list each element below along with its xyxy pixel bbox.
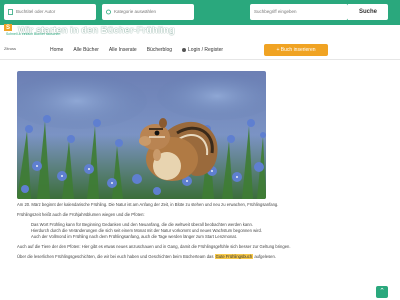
add-book-button[interactable]: + Buch inserieren bbox=[264, 44, 328, 56]
category-field-text: Kategorie auswählen bbox=[114, 9, 157, 14]
title-author-field[interactable]: Buchtitel oder Autor bbox=[4, 4, 96, 20]
category-field[interactable]: Kategorie auswählen bbox=[102, 4, 194, 20]
book-icon bbox=[8, 9, 13, 15]
article-body: Am 20. März beginnt der kalendarische Fr… bbox=[17, 202, 389, 264]
article-paragraph: Frühlingszeit heißt auch die Frühjahrsbl… bbox=[17, 212, 145, 217]
article-paragraph: Auch auf die Tiere der den Pfoten: Hier … bbox=[17, 244, 291, 249]
user-icon bbox=[182, 47, 187, 52]
chipmunk bbox=[139, 118, 218, 181]
page-title: Wir starten in den Bücher-Frühling bbox=[18, 25, 175, 36]
article-paragraph: Am 20. März beginnt der kalendarische Fr… bbox=[17, 202, 279, 207]
main-navigation: Home Alle Bücher Alle Inserate Bücherblo… bbox=[50, 47, 223, 57]
page-subtitle: Zitruss bbox=[4, 46, 16, 51]
article-paragraph-with-link: Über die leserlichen Frühlingsgeschichte… bbox=[17, 254, 389, 260]
spring-book-link[interactable]: Gute Frühlingsbuch bbox=[214, 254, 254, 259]
login-label: Login / Register bbox=[188, 47, 224, 53]
top-search-bar: Buchtitel oder Autor Kategorie auswählen… bbox=[0, 0, 400, 25]
scroll-to-top-button[interactable]: ⌃ bbox=[376, 286, 388, 298]
paragraph-text-after: aufgelesen. bbox=[253, 254, 276, 259]
search-input[interactable]: Suchbegriff eingeben bbox=[250, 4, 348, 20]
nav-item-book-blog[interactable]: Bücherblog bbox=[147, 47, 172, 57]
title-author-field-text: Buchtitel oder Autor bbox=[16, 9, 56, 14]
tag-icon bbox=[106, 9, 111, 15]
hero-image bbox=[17, 71, 266, 199]
nav-item-all-books[interactable]: Alle Bücher bbox=[73, 47, 99, 57]
list-item: Auch der Vollmond im Frühling nach dem F… bbox=[27, 234, 389, 240]
search-button[interactable]: Suche bbox=[348, 4, 388, 20]
nav-item-login[interactable]: Login / Register bbox=[182, 47, 223, 57]
nav-item-all-listings[interactable]: Alle Inserate bbox=[109, 47, 137, 57]
chipmunk-flowers-image bbox=[17, 71, 266, 199]
nav-item-home[interactable]: Home bbox=[50, 47, 63, 57]
search-input-placeholder: Suchbegriff eingeben bbox=[254, 9, 297, 14]
article-list: Das Wort Frühling kann für Beginning Ged… bbox=[27, 222, 389, 240]
paragraph-text-before: Über die leserlichen Frühlingsgeschichte… bbox=[17, 254, 215, 259]
nav-divider bbox=[0, 59, 400, 60]
